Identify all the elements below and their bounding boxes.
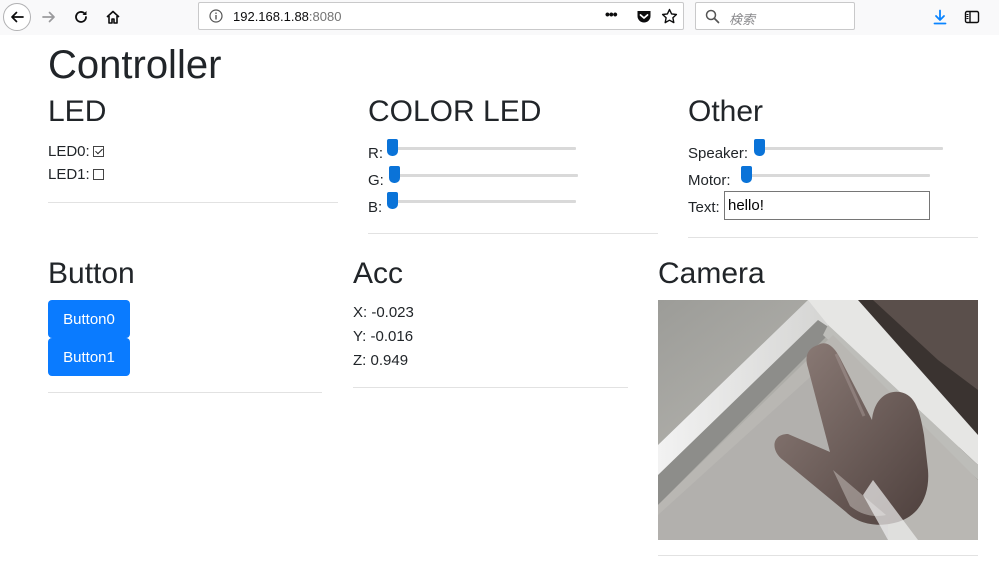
led1-checkbox[interactable] [92, 169, 104, 180]
search-icon [705, 9, 720, 24]
text-input[interactable] [724, 191, 930, 220]
b-slider-thumb[interactable] [387, 192, 398, 209]
text-label: Text: [688, 199, 720, 216]
arrow-left-icon [11, 11, 24, 23]
led0-checkbox[interactable] [92, 146, 104, 157]
reload-button[interactable] [68, 4, 94, 30]
b-label: B: [368, 199, 383, 216]
r-label: R: [368, 145, 383, 162]
acc-y: Y: -0.016 [353, 328, 414, 345]
url-host: 192.168.1.88 [233, 9, 309, 24]
led1-label: LED1: [48, 166, 90, 183]
url-text[interactable]: 192.168.1.88:8080 [233, 9, 341, 24]
page-content: Controller LED LED0: LED1: COLOR LED R: … [0, 35, 999, 568]
speaker-label: Speaker: [688, 145, 749, 162]
downloads-button[interactable] [927, 4, 953, 30]
button0[interactable]: Button0 [48, 300, 130, 338]
browser-toolbar: 192.168.1.88:8080 ••• 検索 [0, 0, 999, 35]
r-slider[interactable] [388, 147, 576, 150]
speaker-slider-thumb[interactable] [754, 139, 765, 156]
page-title: Controller [48, 43, 222, 87]
camera-frame [658, 300, 978, 540]
r-slider-thumb[interactable] [387, 139, 398, 156]
home-button[interactable] [100, 4, 126, 30]
bookmark-star-icon[interactable] [661, 8, 678, 25]
url-bar[interactable]: 192.168.1.88:8080 ••• [198, 2, 684, 30]
acc-x: X: -0.023 [353, 304, 414, 321]
camera-heading: Camera [658, 257, 765, 290]
b-slider[interactable] [388, 200, 576, 203]
search-bar[interactable]: 検索 [695, 2, 855, 30]
g-slider-thumb[interactable] [389, 166, 400, 183]
motor-label: Motor: [688, 172, 731, 189]
arrow-right-icon [42, 11, 55, 23]
forward-button[interactable] [36, 4, 62, 30]
search-placeholder: 検索 [729, 12, 756, 27]
page-actions-icon[interactable]: ••• [605, 6, 618, 22]
speaker-slider[interactable] [755, 147, 943, 150]
button-divider [48, 392, 322, 393]
led0-row: LED0: [48, 143, 104, 161]
other-divider [688, 237, 978, 238]
acc-heading: Acc [353, 257, 404, 290]
g-label: G: [368, 172, 384, 189]
motor-slider[interactable] [742, 174, 930, 177]
color-led-divider [368, 233, 658, 234]
acc-z: Z: 0.949 [353, 352, 409, 369]
led1-row: LED1: [48, 166, 104, 184]
acc-divider [353, 387, 628, 388]
led0-label: LED0: [48, 143, 90, 160]
motor-slider-thumb[interactable] [741, 166, 752, 183]
download-arrow-icon [933, 9, 947, 25]
button-heading: Button [48, 257, 135, 290]
led-heading: LED [48, 95, 107, 128]
button1[interactable]: Button1 [48, 338, 130, 376]
sidebar-button[interactable] [959, 4, 985, 30]
back-button[interactable] [3, 3, 31, 31]
home-icon [106, 10, 120, 24]
color-led-heading: COLOR LED [368, 95, 542, 128]
camera-divider [658, 555, 978, 556]
led-divider [48, 202, 338, 203]
reload-icon [75, 11, 87, 23]
other-heading: Other [688, 95, 764, 128]
pocket-icon[interactable] [636, 9, 652, 24]
camera-image [658, 300, 978, 540]
sidebar-icon [964, 10, 980, 24]
g-slider[interactable] [390, 174, 578, 177]
info-icon[interactable] [209, 9, 223, 23]
url-port: :8080 [308, 9, 342, 24]
